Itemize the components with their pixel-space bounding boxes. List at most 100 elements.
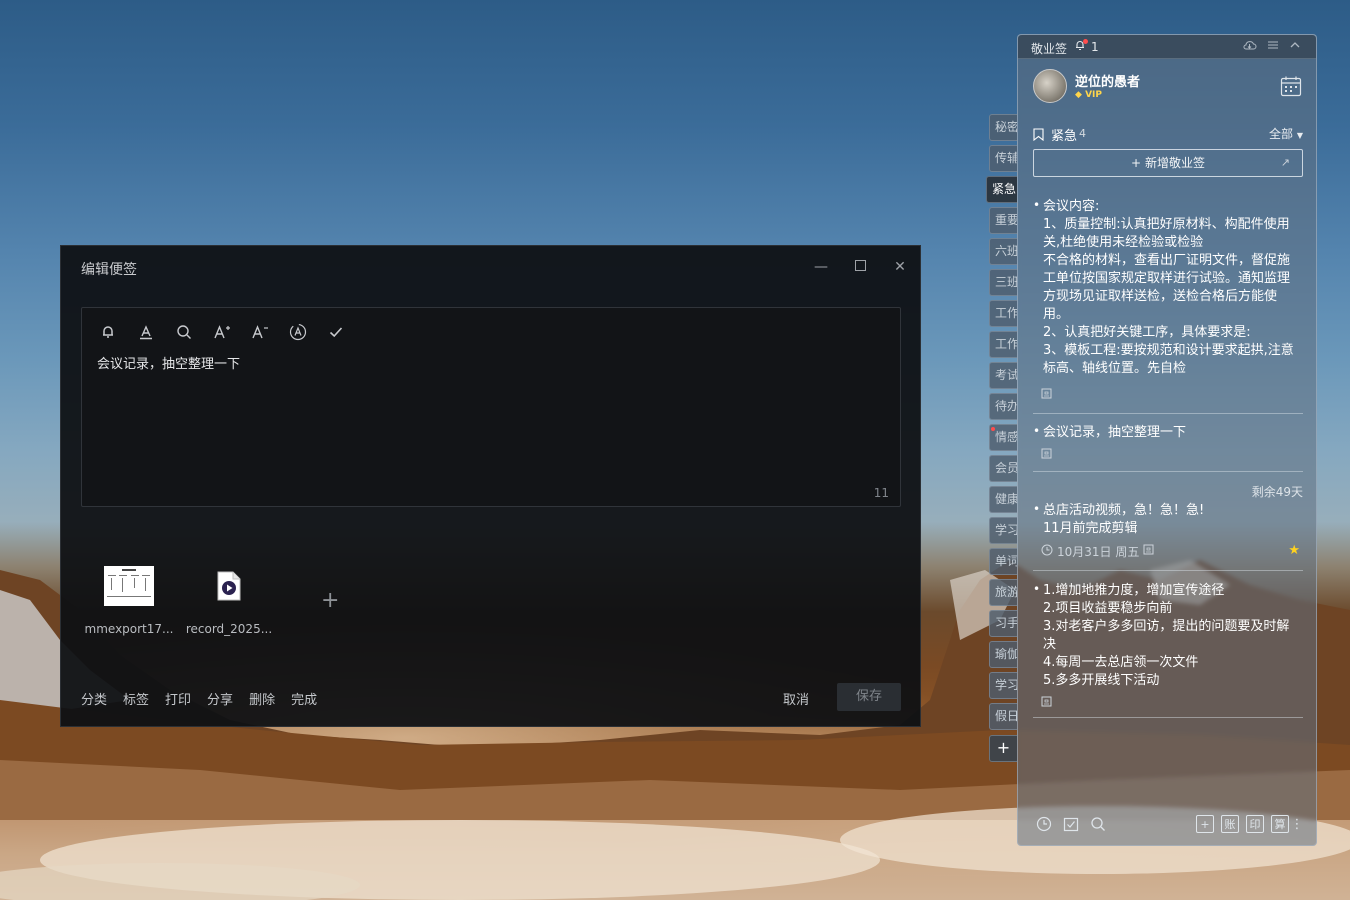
collapse-icon[interactable] — [1289, 39, 1301, 54]
note-divider — [1033, 413, 1303, 414]
font-smaller-icon[interactable] — [248, 320, 272, 344]
maximize-icon[interactable] — [851, 258, 869, 276]
tab-travel[interactable]: 旅游 — [989, 579, 1017, 606]
image-thumbnail[interactable] — [79, 564, 179, 608]
filter-dropdown[interactable]: 全部 ▼ — [1269, 125, 1303, 142]
editor-action-links: 分类 标签 打印 分享 删除 完成 — [81, 689, 317, 708]
pin-icon[interactable]: ↗ — [1281, 150, 1290, 176]
days-remaining: 剩余49天 — [1251, 485, 1303, 499]
add-category-button[interactable]: + — [989, 735, 1017, 762]
close-icon[interactable]: ✕ — [891, 258, 909, 276]
cloud-sync-icon[interactable] — [1242, 39, 1257, 54]
add-attachment-icon[interactable]: + — [321, 588, 339, 613]
chevron-down-icon: ▼ — [1296, 131, 1303, 140]
note-content[interactable]: 会议记录，抽空整理一下 — [97, 353, 240, 372]
checklist-icon[interactable] — [1062, 815, 1080, 833]
bell-icon[interactable] — [96, 320, 120, 344]
tab-exam[interactable]: 考试 — [989, 362, 1017, 389]
tab-emotion[interactable]: 情感 — [989, 424, 1017, 451]
category-name: 紧急 — [1051, 129, 1078, 144]
app-name: 敬业签 — [1031, 42, 1068, 56]
attachment-icon — [1143, 544, 1154, 558]
tab-yoga[interactable]: 瑜伽 — [989, 641, 1017, 668]
note-divider — [1033, 717, 1303, 718]
avatar[interactable] — [1033, 69, 1067, 103]
window-title: 编辑便签 — [81, 262, 137, 278]
tab-urgent[interactable]: 紧急 — [986, 176, 1017, 203]
check-icon[interactable] — [324, 320, 348, 344]
search-icon[interactable] — [172, 320, 196, 344]
tab-class-six[interactable]: 六班 — [989, 238, 1017, 265]
character-count: 11 — [873, 486, 889, 500]
category-count: 4 — [1079, 127, 1086, 140]
star-icon[interactable]: ★ — [1288, 543, 1300, 558]
tab-todo[interactable]: 待办 — [989, 393, 1017, 420]
history-clock-icon[interactable] — [1035, 815, 1053, 833]
tab-secret[interactable]: 秘密 — [989, 114, 1017, 141]
panel-footer: + 账 印 算 ⋮ — [1018, 805, 1316, 845]
minimize-icon[interactable]: — — [812, 258, 830, 276]
tab-study-2[interactable]: 学习 — [989, 672, 1017, 699]
reminder-count: 1 — [1091, 40, 1099, 54]
share-link[interactable]: 分享 — [207, 689, 233, 708]
note-text: 会议记录，抽空整理一下 — [1043, 425, 1187, 440]
video-file-icon[interactable] — [179, 564, 279, 608]
vip-badge: ◆ VIP — [1075, 90, 1102, 100]
tab-health[interactable]: 健康 — [989, 486, 1017, 513]
more-icon[interactable]: ⋮ — [1291, 815, 1304, 833]
category-link[interactable]: 分类 — [81, 689, 107, 708]
notification-dot — [1083, 39, 1088, 44]
print-link[interactable]: 打印 — [165, 689, 191, 708]
done-link[interactable]: 完成 — [291, 689, 317, 708]
font-color-icon[interactable] — [134, 320, 158, 344]
tab-study-1[interactable]: 学习 — [989, 517, 1017, 544]
tab-words[interactable]: 单词 — [989, 548, 1017, 575]
clock-icon — [1041, 544, 1053, 559]
note-item[interactable]: • 会议内容: 1、质量控制:认真把好原材料、构配件使用 关,杜绝使用未经检验或… — [1033, 198, 1303, 414]
cancel-button[interactable]: 取消 — [783, 689, 809, 708]
category-header: 紧急 4 全部 ▼ — [1033, 125, 1303, 145]
tag-link[interactable]: 标签 — [123, 689, 149, 708]
note-text: 总店活动视频，急！急！急! 11月前完成剪辑 — [1043, 503, 1205, 536]
plus-icon: + — [1131, 156, 1142, 170]
attachment-icon — [1041, 448, 1052, 462]
note-item[interactable]: • 1.增加地推力度，增加宣传途径 2.项目收益要稳步向前 3.对老客户多多回访… — [1033, 582, 1303, 718]
tab-holiday[interactable]: 假日 — [989, 703, 1017, 730]
tab-class-three[interactable]: 三班 — [989, 269, 1017, 296]
tab-important[interactable]: 重要 — [989, 207, 1017, 234]
window-titlebar[interactable]: 编辑便签 — ✕ — [61, 246, 920, 290]
tab-work-2[interactable]: 工作 — [989, 331, 1017, 358]
bookmark-icon — [1033, 126, 1044, 145]
attachment-name: mmexport17... — [84, 622, 174, 636]
attachment-image[interactable]: mmexport17... — [79, 564, 179, 636]
note-item[interactable]: 剩余49天 • 总店活动视频，急！急！急! 11月前完成剪辑 10月31日 周五… — [1033, 483, 1303, 571]
panel-header[interactable]: 敬业签 1 — [1018, 35, 1316, 59]
note-divider — [1033, 471, 1303, 472]
save-button[interactable]: 保存 — [837, 683, 901, 711]
calculate-button[interactable]: 算 — [1271, 815, 1289, 833]
new-note-button[interactable]: + 新增敬业签 ↗ — [1033, 149, 1303, 177]
calendar-icon[interactable] — [1280, 75, 1302, 97]
tab-work-1[interactable]: 工作 — [989, 300, 1017, 327]
ledger-button[interactable]: 账 — [1221, 815, 1239, 833]
menu-icon[interactable] — [1267, 39, 1279, 54]
plus-icon: + — [996, 738, 1011, 757]
notification-dot — [991, 427, 995, 431]
diamond-icon: ◆ — [1075, 90, 1082, 100]
note-editor-area[interactable]: 会议记录，抽空整理一下 11 — [81, 307, 901, 507]
reminder-date: 10月31日 周五 — [1057, 544, 1140, 559]
auto-format-icon[interactable] — [286, 320, 310, 344]
tab-member[interactable]: 会员 — [989, 455, 1017, 482]
username[interactable]: 逆位的愚者 — [1075, 71, 1140, 90]
font-larger-icon[interactable] — [210, 320, 234, 344]
delete-link[interactable]: 删除 — [249, 689, 275, 708]
attachment-video[interactable]: record_2025... — [179, 564, 279, 636]
note-item[interactable]: • 会议记录，抽空整理一下 — [1033, 424, 1303, 472]
tab-hand[interactable]: 习手 — [989, 610, 1017, 637]
attachment-icon — [1041, 696, 1052, 710]
print-button[interactable]: 印 — [1246, 815, 1264, 833]
tab-transmit[interactable]: 传辅 — [989, 145, 1017, 172]
add-box-icon[interactable]: + — [1196, 815, 1214, 833]
note-text: 会议内容: 1、质量控制:认真把好原材料、构配件使用 关,杜绝使用未经检验或检验… — [1043, 199, 1294, 376]
search-icon[interactable] — [1089, 815, 1107, 833]
